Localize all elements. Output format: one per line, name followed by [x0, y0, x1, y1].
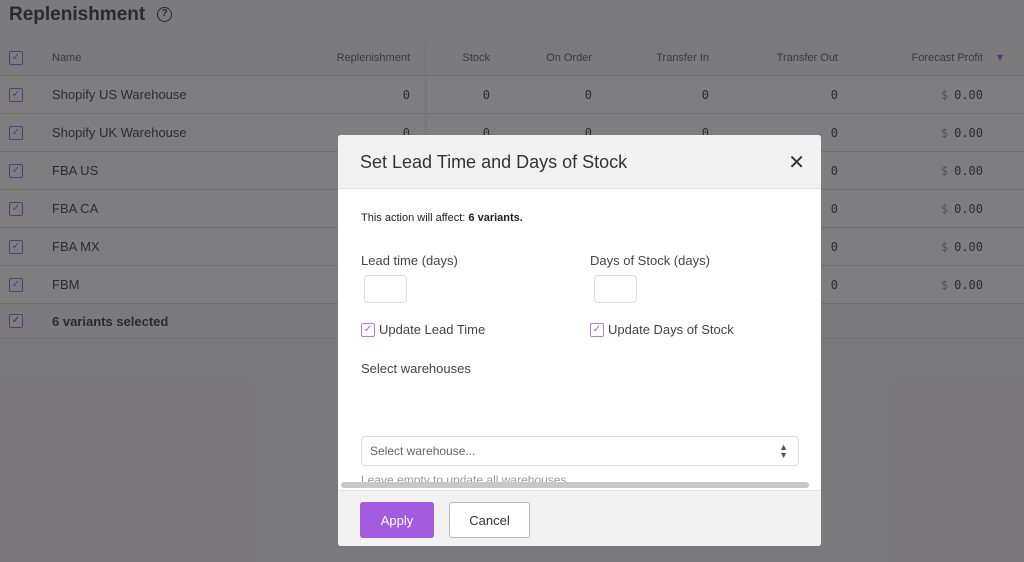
cancel-button[interactable]: Cancel [449, 502, 530, 538]
update-days-of-stock-checkbox[interactable]: ✓ Update Days of Stock [590, 322, 734, 337]
horizontal-scrollbar[interactable] [341, 482, 809, 488]
update-days-of-stock-label: Update Days of Stock [608, 322, 734, 337]
page-title: Replenishment [9, 4, 146, 25]
set-lead-time-modal: Set Lead Time and Days of Stock ✕ This a… [338, 135, 821, 546]
modal-title: Set Lead Time and Days of Stock [360, 152, 628, 172]
checkmark-icon: ✓ [361, 322, 375, 337]
warehouse-placeholder: Select warehouse... [370, 444, 476, 458]
affect-count: 6 variants. [468, 212, 523, 224]
select-arrows-icon: ▲ ▼ [779, 442, 788, 460]
affect-text: This action will affect: 6 variants. [361, 212, 523, 224]
warehouse-select[interactable]: Select warehouse... ▲ ▼ [361, 436, 799, 466]
update-lead-time-checkbox[interactable]: ✓ Update Lead Time [361, 322, 485, 337]
warehouses-label: Select warehouses [361, 361, 471, 376]
lead-time-input[interactable] [364, 275, 407, 303]
question-circle-icon[interactable]: ? [157, 7, 172, 22]
days-of-stock-input[interactable] [594, 275, 637, 303]
lead-time-label: Lead time (days) [361, 253, 458, 268]
page-header: Replenishment ? [0, 0, 1024, 41]
apply-button[interactable]: Apply [360, 502, 434, 538]
checkmark-icon: ✓ [590, 322, 604, 337]
close-icon[interactable]: ✕ [788, 150, 805, 175]
update-lead-time-label: Update Lead Time [379, 322, 486, 337]
affect-prefix: This action will affect: [361, 212, 466, 224]
days-of-stock-label: Days of Stock (days) [590, 253, 710, 268]
